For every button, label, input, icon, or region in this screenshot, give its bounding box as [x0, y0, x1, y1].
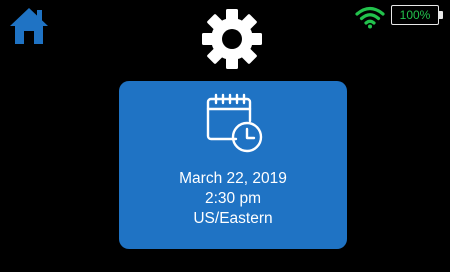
- settings-button[interactable]: [201, 8, 263, 70]
- device-screen: 100% March 22, 2019 2:30 pm US/Eastern: [0, 0, 450, 272]
- wifi-icon: [355, 5, 385, 29]
- battery-indicator: 100%: [391, 5, 445, 27]
- timezone-label: US/Eastern: [193, 210, 273, 227]
- calendar-clock-icon: [203, 93, 265, 155]
- battery-icon: 100%: [391, 5, 439, 25]
- date-label: March 22, 2019: [179, 170, 287, 187]
- time-label: 2:30 pm: [204, 190, 261, 207]
- home-button[interactable]: [8, 6, 50, 46]
- battery-level-label: 100%: [399, 8, 431, 22]
- home-icon: [10, 8, 48, 44]
- battery-tip: [439, 11, 443, 19]
- gear-icon: [202, 9, 262, 69]
- date-time-card[interactable]: March 22, 2019 2:30 pm US/Eastern: [119, 81, 347, 249]
